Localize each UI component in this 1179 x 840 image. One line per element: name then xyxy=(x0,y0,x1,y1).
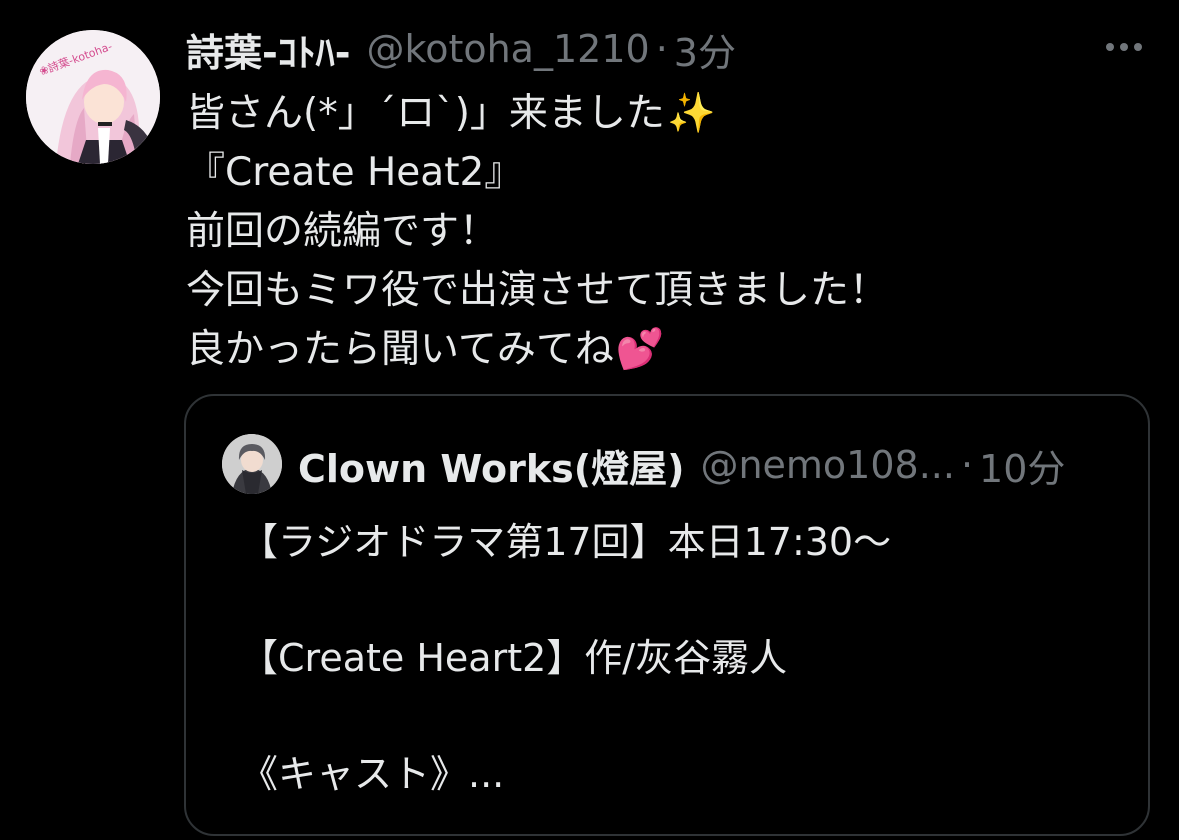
profile-avatar-icon[interactable]: ❀詩葉-kotoha- xyxy=(26,30,160,164)
quote-separator: · xyxy=(960,443,974,487)
tweet-line-text: 前回の続編です！ xyxy=(186,209,499,254)
quote-author-handle[interactable]: @nemo108... xyxy=(700,443,955,487)
more-horizontal-icon[interactable] xyxy=(1100,30,1148,64)
quote-blank-line xyxy=(240,687,1130,745)
tweet[interactable]: ❀詩葉-kotoha- 詩葉-ｺﾄﾊ- @kotoha_1210 · 3分 皆さ… xyxy=(0,0,1179,840)
tweet-header: 詩葉-ｺﾄﾊ- @kotoha_1210 · 3分 xyxy=(186,22,736,77)
more-dot xyxy=(1120,43,1128,51)
sparkles-emoji-icon: ✨ xyxy=(666,91,716,136)
quote-body: 【ラジオドラマ第17回】本日17:30〜 【Create Heart2】作/灰谷… xyxy=(240,513,1130,803)
quote-header: Clown Works(燈屋) @nemo108... · 10分 xyxy=(298,438,1065,492)
tweet-line: 良かったら聞いてみてね💕 xyxy=(186,320,1146,379)
quote-avatar-icon[interactable] xyxy=(222,434,282,494)
tweet-timestamp[interactable]: 3分 xyxy=(674,22,736,77)
quoted-tweet[interactable]: Clown Works(燈屋) @nemo108... · 10分 【ラジオドラ… xyxy=(184,394,1150,836)
tweet-body: 皆さん(*」´ロ`)」来ました✨ 『Create Heat2』 前回の続編です！… xyxy=(186,84,1146,379)
quote-timestamp[interactable]: 10分 xyxy=(979,438,1065,493)
quote-line: 【Create Heart2】作/灰谷霧人 xyxy=(240,636,788,680)
tweet-line: 皆さん(*」´ロ`)」来ました✨ xyxy=(186,84,1146,143)
quote-line: 《キャスト》... xyxy=(240,752,505,796)
tweet-line: 前回の続編です！ xyxy=(186,202,1146,261)
author-handle[interactable]: @kotoha_1210 xyxy=(367,27,650,71)
quote-blank-line xyxy=(240,571,1130,629)
tweet-line: 今回もミワ役で出演させて頂きました！ xyxy=(186,261,1146,320)
tweet-line: 『Create Heat2』 xyxy=(186,143,1146,202)
more-dot xyxy=(1134,43,1142,51)
tweet-line-text: 皆さん(*」´ロ`)」来ました xyxy=(186,91,665,136)
two-hearts-emoji-icon: 💕 xyxy=(615,327,665,372)
tweet-line-text: 『Create Heat2』 xyxy=(186,150,524,195)
author-name[interactable]: 詩葉-ｺﾄﾊ- xyxy=(186,22,351,77)
tweet-line-text: 良かったら聞いてみてね xyxy=(186,327,614,372)
quote-line: 【ラジオドラマ第17回】本日17:30〜 xyxy=(240,520,892,564)
quote-author-name[interactable]: Clown Works(燈屋) xyxy=(298,438,684,493)
more-dot xyxy=(1106,43,1114,51)
header-separator: · xyxy=(655,27,668,71)
tweet-line-text: 今回もミワ役で出演させて頂きました！ xyxy=(186,268,889,313)
